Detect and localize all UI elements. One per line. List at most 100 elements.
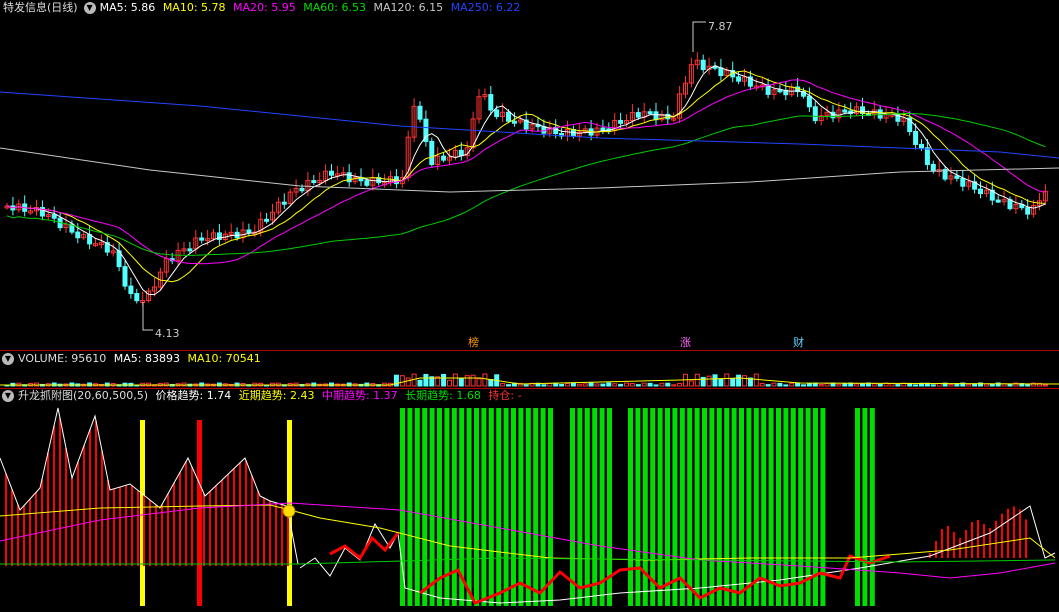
candle-body: [488, 94, 494, 111]
volume-bar: [836, 383, 842, 387]
signal-green-bar: [592, 408, 598, 606]
signal-green-bar: [474, 408, 479, 606]
candle-body: [87, 234, 93, 245]
ma60-value: MA60: 6.53: [303, 1, 366, 14]
event-marker-bang[interactable]: 榜: [468, 336, 479, 349]
stock-title: 特发信息(日线): [3, 1, 78, 14]
candle-body: [919, 143, 924, 149]
volume-bar: [576, 383, 582, 387]
signal-green-bar: [776, 408, 781, 606]
signal-green-bar: [702, 408, 707, 606]
volume-panel[interactable]: ▼ VOLUME: 95610 MA5: 83893 MA10: 70541: [0, 350, 1059, 388]
volume-bar: [1042, 384, 1048, 387]
candle-body: [913, 131, 919, 145]
volume-bar: [677, 382, 683, 387]
signal-green-bar: [657, 408, 663, 606]
volume-bar: [889, 383, 895, 387]
volume-bar: [948, 384, 954, 387]
volume-bar: [653, 384, 659, 387]
signal-green-bar: [577, 408, 583, 606]
volume-bar: [635, 384, 641, 387]
candle-body: [329, 170, 334, 176]
volume-bar: [488, 379, 494, 387]
volume-bar: [458, 377, 464, 387]
price-chart-panel[interactable]: 特发信息(日线) ▼ MA5: 5.86 MA10: 5.78 MA20: 5.95…: [0, 0, 1059, 350]
volume-bar: [742, 375, 747, 387]
volume-value: VOLUME: 95610: [18, 352, 107, 365]
volume-bar: [588, 382, 594, 387]
signal-green-bar: [481, 408, 487, 606]
short-trend-value: 近期趋势: 2.43: [238, 389, 315, 402]
event-marker-cai[interactable]: 财: [793, 336, 804, 349]
signal-green-bar: [862, 408, 868, 606]
signal-green-bar: [496, 408, 502, 606]
volume-bar: [500, 383, 506, 387]
signal-green-bar: [783, 408, 789, 606]
ma10-value: MA10: 5.78: [162, 1, 226, 14]
signal-green-bar: [503, 408, 509, 606]
low-pointer-line: [142, 302, 153, 331]
candle-body: [441, 155, 447, 161]
volume-bar: [659, 382, 665, 387]
signal-green-bar: [746, 408, 752, 606]
volume-bar: [765, 384, 771, 387]
signal-green-bar: [518, 408, 524, 606]
signal-green-bar: [548, 408, 553, 606]
volume-bar: [399, 375, 405, 387]
candlestick-chart[interactable]: [0, 0, 1059, 350]
signal-green-bar: [672, 408, 678, 606]
signal-green-bar: [650, 408, 656, 606]
signal-green-bar: [869, 408, 875, 606]
candle-body: [311, 180, 317, 184]
signal-green-bar: [790, 408, 796, 606]
signal-green-bar: [628, 408, 633, 606]
candle-body: [187, 248, 193, 252]
signal-green-bar: [731, 408, 737, 606]
indicator-chart[interactable]: [0, 388, 1059, 612]
signal-green-bar: [414, 408, 420, 606]
volume-bar: [842, 383, 848, 387]
signal-green-bar: [407, 408, 413, 606]
candle-body: [960, 177, 966, 187]
collapse-triangle-icon[interactable]: ▼: [2, 353, 14, 365]
volume-bar: [506, 384, 511, 387]
volume-bar: [423, 373, 429, 387]
low-price-label: 4.13: [155, 327, 180, 340]
volume-bar: [482, 373, 488, 387]
candle-body: [877, 109, 883, 119]
mid-trend-value: 中期趋势: 1.37: [321, 389, 398, 402]
ma10-line: [6, 70, 1046, 283]
candle-body: [777, 89, 783, 93]
volume-bar: [718, 378, 724, 387]
volume-bar: [629, 383, 635, 387]
collapse-triangle-icon[interactable]: ▼: [83, 2, 96, 14]
signal-green-bar: [511, 408, 516, 606]
candle-body: [924, 147, 930, 165]
signal-green-bar: [716, 408, 722, 606]
volume-bar: [417, 379, 423, 387]
signal-green-bar: [635, 408, 641, 606]
volume-bar: [405, 377, 411, 387]
candle-body: [429, 140, 435, 165]
ma5-line: [6, 65, 1046, 296]
volume-bar: [559, 384, 565, 387]
collapse-triangle-icon[interactable]: ▼: [2, 390, 14, 402]
volume-bar: [871, 383, 877, 387]
volume-bar: [895, 384, 901, 387]
candle-body: [978, 188, 983, 195]
volume-bar: [913, 384, 919, 387]
signal-green-bar: [466, 408, 472, 606]
volume-bar: [854, 383, 860, 387]
ma20-value: MA20: 5.95: [233, 1, 296, 14]
candle-body: [806, 95, 812, 108]
indicator-panel[interactable]: ▼ 升龙抓附图(20,60,500,5) 价格趋势: 1.74 近期趋势: 2.4…: [0, 388, 1059, 612]
volume-bar: [476, 378, 482, 387]
signal-green-bar: [768, 408, 774, 606]
event-marker-zhang[interactable]: 涨: [680, 336, 691, 349]
candle-body: [281, 201, 287, 205]
indicator-header: ▼ 升龙抓附图(20,60,500,5) 价格趋势: 1.74 近期趋势: 2.4…: [0, 388, 526, 404]
candle-body: [954, 175, 960, 179]
volume-bar: [447, 379, 452, 387]
volume-bar: [665, 382, 671, 387]
volume-bar: [1007, 383, 1013, 387]
